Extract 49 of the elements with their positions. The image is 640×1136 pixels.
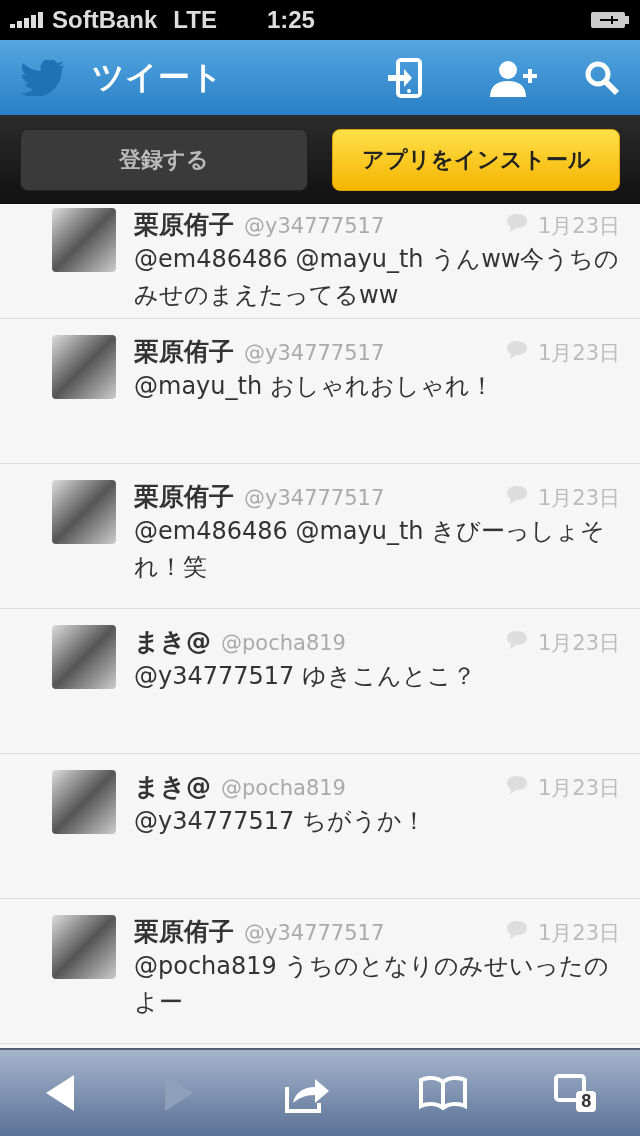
nav-title: ツイート [92, 56, 224, 98]
user-handle: @y34777517 [244, 214, 386, 238]
carrier-name: SoftBank [52, 6, 158, 34]
tweet-text: @y34777517 ちがうか！ [134, 806, 427, 837]
status-time: 1:25 [266, 6, 316, 34]
user-handle: @pocha819 [221, 631, 347, 655]
search-button[interactable] [584, 59, 620, 96]
tweet-date: 1月23日 [537, 630, 620, 657]
avatar-photo [52, 915, 116, 979]
sign-in-button[interactable] [386, 57, 422, 98]
tweet-date: 1月23日 [537, 340, 620, 367]
bird-icon [20, 59, 66, 96]
user-handle: @pocha819 [221, 776, 347, 800]
user-handle: @y34777517 [244, 341, 386, 365]
tweet-text: @y34777517 ゆきこんとこ？ [134, 661, 477, 692]
register-button[interactable]: 登録する [20, 128, 308, 191]
add-user-button[interactable] [488, 58, 538, 97]
user-name: 栗原侑子 [134, 336, 234, 368]
tweet-date: 1月23日 [537, 775, 620, 802]
tweet-text: @em486486 @mayu_th きびーっしょそれ！笑 [134, 516, 607, 583]
speech-bubble-icon [505, 775, 528, 795]
battery-icon [590, 11, 630, 29]
install-app-button[interactable]: アプリをインストール [332, 128, 620, 191]
tweet-text: @pocha819 うちのとなりのみせいったのよー [134, 951, 611, 1018]
avatar-photo [52, 770, 116, 834]
avatar-photo [52, 480, 116, 544]
bookmarks-button[interactable] [418, 1076, 467, 1110]
user-name: 栗原侑子 [134, 481, 234, 513]
avatar-photo [52, 335, 116, 399]
user-name: まき@ [134, 771, 211, 803]
speech-bubble-icon [505, 340, 528, 360]
user-name: 栗原侑子 [134, 916, 234, 948]
signal-icon [10, 12, 46, 28]
speech-bubble-icon [505, 485, 528, 505]
tweet-text: @em486486 @mayu_th うんww今うちのみせのまえたってるww [134, 244, 620, 311]
tweet-date: 1月23日 [537, 213, 620, 240]
tweet-date: 1月23日 [537, 920, 620, 947]
user-name: 栗原侑子 [134, 209, 234, 241]
user-handle: @y34777517 [244, 486, 386, 510]
speech-bubble-icon [505, 630, 528, 650]
network-type: LTE [173, 6, 217, 34]
speech-bubble-icon [505, 920, 528, 940]
avatar-photo [52, 625, 116, 689]
user-handle: @y34777517 [244, 921, 386, 945]
user-name: まき@ [134, 626, 211, 658]
tweet-text: @mayu_th おしゃれおしゃれ！ [134, 371, 495, 402]
avatar-photo [52, 208, 116, 272]
speech-bubble-icon [505, 213, 528, 233]
tweet-date: 1月23日 [537, 485, 620, 512]
